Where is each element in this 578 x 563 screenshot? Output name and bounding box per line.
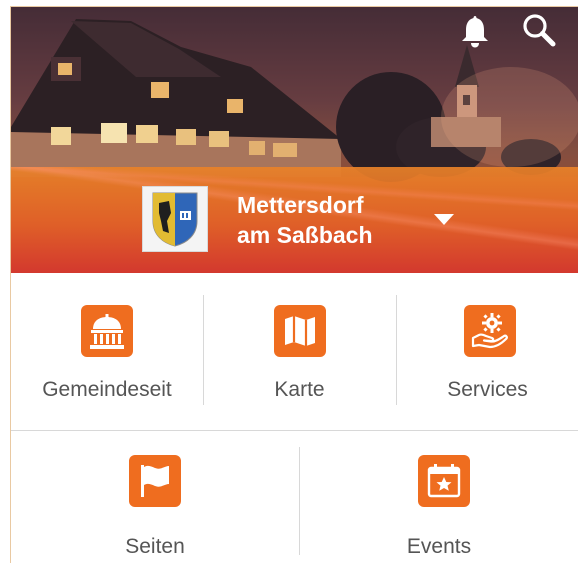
calendar-star-icon xyxy=(418,455,470,507)
caret-down-icon[interactable] xyxy=(434,214,454,225)
tile-label: Seiten xyxy=(125,535,185,558)
coat-of-arms xyxy=(142,186,208,252)
tile-gemeindeseite[interactable]: Gemeindeseit xyxy=(11,283,203,431)
townhall-icon xyxy=(81,305,133,357)
location-name-line1: Mettersdorf xyxy=(237,192,364,218)
search-icon[interactable] xyxy=(519,11,559,51)
header-banner: Mettersdorf am Saßbach xyxy=(11,7,578,273)
tile-label: Karte xyxy=(274,378,325,401)
tile-label: Events xyxy=(406,535,472,558)
services-icon xyxy=(464,305,516,357)
tile-label: Services xyxy=(447,378,528,401)
tile-seiten[interactable]: Seiten xyxy=(11,433,299,563)
app-screen: Mettersdorf am Saßbach Gemeindeseit Kart… xyxy=(10,6,578,563)
tile-karte[interactable]: Karte xyxy=(203,283,396,431)
tile-label: Gemeindeseit xyxy=(42,378,172,401)
divider xyxy=(11,430,578,431)
location-name-line2: am Saßbach xyxy=(237,222,373,248)
flag-icon xyxy=(129,455,181,507)
map-icon xyxy=(274,305,326,357)
location-name[interactable]: Mettersdorf am Saßbach xyxy=(237,190,437,250)
tile-events[interactable]: Events xyxy=(299,433,578,563)
tile-services[interactable]: Services xyxy=(396,283,578,431)
bell-icon[interactable] xyxy=(455,11,495,51)
